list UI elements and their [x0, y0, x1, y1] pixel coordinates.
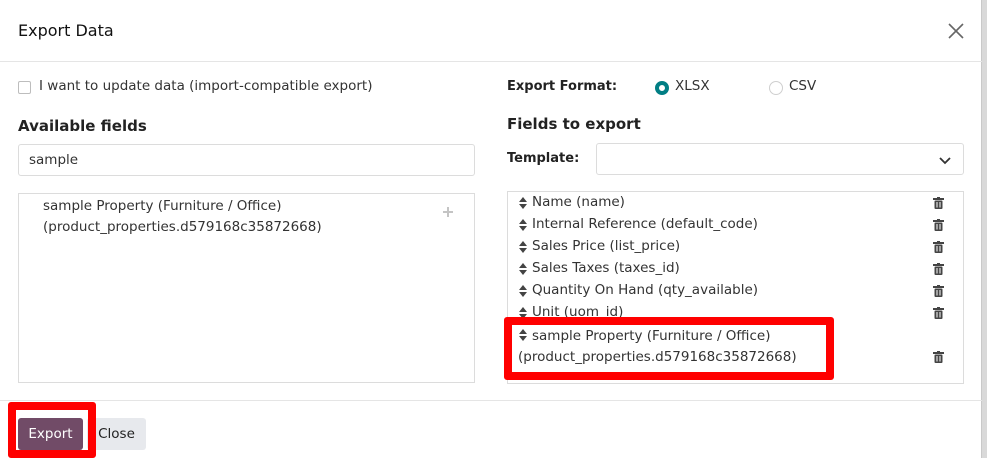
- import-compatible-checkbox[interactable]: [18, 81, 31, 94]
- csv-label: CSV: [789, 78, 817, 94]
- export-field-row[interactable]: Name (name): [518, 192, 958, 214]
- export-field-row[interactable]: Sales Taxes (taxes_id): [518, 258, 958, 280]
- dialog-title: Export Data: [18, 21, 114, 40]
- export-field-row[interactable]: sample Property (Furniture / Office) (pr…: [518, 324, 958, 368]
- export-field-label: Quantity On Hand (qty_available): [532, 282, 759, 298]
- export-format-label: Export Format:: [507, 79, 618, 94]
- sort-handle-icon[interactable]: [518, 197, 528, 209]
- sort-handle-icon[interactable]: [518, 263, 528, 275]
- template-label: Template:: [507, 151, 580, 166]
- available-field-line2: (product_properties.d579168c35872668): [43, 219, 322, 235]
- export-field-label: Name (name): [532, 194, 625, 210]
- close-button[interactable]: Close: [87, 418, 146, 450]
- trash-icon[interactable]: [933, 351, 944, 363]
- fields-to-export-title: Fields to export: [507, 115, 641, 133]
- field-search-input[interactable]: [18, 144, 475, 176]
- export-field-row[interactable]: Internal Reference (default_code): [518, 214, 958, 236]
- available-fields-title: Available fields: [18, 117, 147, 135]
- close-icon[interactable]: [946, 21, 966, 41]
- sort-handle-icon[interactable]: [518, 285, 528, 297]
- export-field-label: Sales Taxes (taxes_id): [532, 260, 680, 276]
- sort-handle-icon[interactable]: [518, 307, 528, 319]
- sort-handle-icon[interactable]: [518, 241, 528, 253]
- export-dialog: Export Data I want to update data (impor…: [0, 0, 982, 458]
- dialog-header: Export Data: [0, 0, 982, 62]
- add-field-icon[interactable]: [442, 206, 454, 218]
- export-field-label: Unit (uom_id): [532, 304, 624, 320]
- available-field-line1: sample Property (Furniture / Office): [43, 198, 282, 214]
- export-field-row[interactable]: Unit (uom_id): [518, 302, 958, 324]
- trash-icon[interactable]: [933, 241, 944, 253]
- dialog-footer: Export Close: [0, 400, 982, 458]
- chevron-down-icon: [939, 157, 951, 165]
- export-field-row[interactable]: Quantity On Hand (qty_available): [518, 280, 958, 302]
- export-field-label: sample Property (Furniture / Office) (pr…: [518, 326, 838, 368]
- export-button[interactable]: Export: [18, 418, 83, 450]
- csv-radio[interactable]: [769, 81, 783, 95]
- available-fields-list: sample Property (Furniture / Office) (pr…: [18, 193, 475, 383]
- trash-icon[interactable]: [933, 307, 944, 319]
- import-compatible-label: I want to update data (import-compatible…: [39, 78, 373, 94]
- template-select[interactable]: [596, 143, 964, 175]
- export-field-row[interactable]: Sales Price (list_price): [518, 236, 958, 258]
- export-field-label: Sales Price (list_price): [532, 238, 681, 254]
- export-field-line2: (product_properties.d579168c35872668): [518, 349, 797, 365]
- fields-to-export-list: Name (name) Internal Reference (default_…: [507, 191, 964, 384]
- trash-icon[interactable]: [933, 197, 944, 209]
- xlsx-radio[interactable]: [655, 81, 669, 95]
- trash-icon[interactable]: [933, 285, 944, 297]
- xlsx-label: XLSX: [675, 78, 710, 94]
- export-field-line1: sample Property (Furniture / Office): [532, 328, 771, 344]
- sort-handle-icon[interactable]: [518, 219, 528, 231]
- available-field-item[interactable]: sample Property (Furniture / Office) (pr…: [43, 196, 343, 238]
- trash-icon[interactable]: [933, 219, 944, 231]
- export-field-label: Internal Reference (default_code): [532, 216, 758, 232]
- trash-icon[interactable]: [933, 263, 944, 275]
